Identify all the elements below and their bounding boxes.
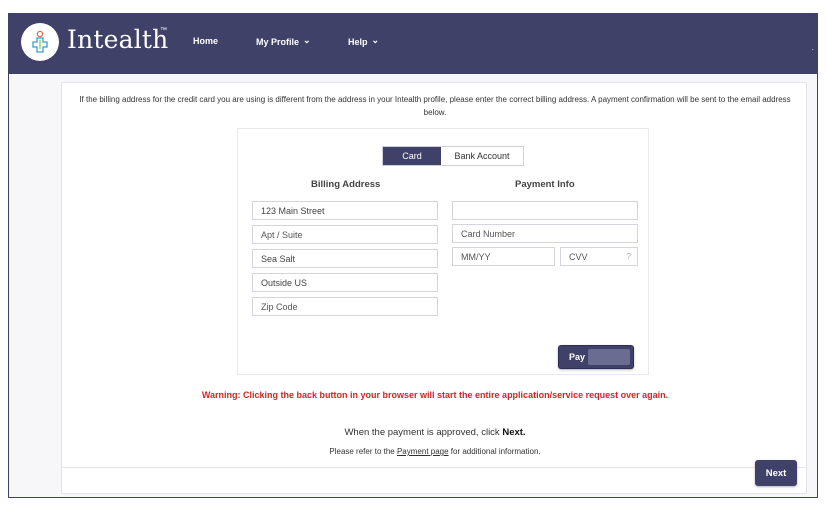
brand-name: Intealth (67, 25, 169, 54)
billing-address-title: Billing Address (311, 179, 381, 190)
nav-help[interactable]: Help ⌄ (348, 35, 380, 47)
logo[interactable] (21, 23, 59, 61)
approval-text: When the payment is approved, click (344, 427, 503, 438)
payment-page-reference: Please refer to the Payment page for add… (62, 447, 808, 456)
chevron-down-icon: ⌄ (303, 35, 311, 45)
country-value: Outside US (261, 277, 308, 288)
tab-card[interactable]: Card (383, 147, 441, 165)
approval-next-strong: Next. (502, 427, 526, 438)
redacted-amount (588, 349, 630, 365)
payment-method-tabs: Card Bank Account (382, 146, 524, 166)
cvv-input[interactable] (569, 251, 629, 262)
street-input[interactable] (261, 205, 429, 216)
approval-instruction: When the payment is approved, click Next… (62, 427, 808, 438)
refer-prefix: Please refer to the (329, 447, 397, 456)
trademark: ™ (160, 27, 167, 34)
cvv-field[interactable]: ? (560, 247, 638, 266)
zip-input[interactable] (261, 301, 429, 312)
nav-home-label: Home (193, 36, 219, 46)
pay-button-label: Pay (569, 352, 586, 362)
city-field[interactable] (252, 249, 438, 268)
back-button-warning: Warning: Clicking the back button in you… (201, 390, 669, 400)
cardholder-name-field[interactable] (452, 201, 638, 220)
cardholder-name-input[interactable] (461, 205, 629, 216)
zip-field[interactable] (252, 297, 438, 316)
expiry-input[interactable] (461, 251, 546, 262)
country-select[interactable]: Outside US (252, 273, 438, 292)
nav-my-profile-label: My Profile (256, 36, 300, 47)
footer-divider (62, 467, 806, 468)
card-number-input[interactable] (461, 228, 629, 239)
payment-panel: If the billing address for the credit ca… (61, 82, 807, 494)
payment-form: Card Bank Account Billing Address Paymen… (237, 128, 649, 375)
pay-button[interactable]: Pay (558, 345, 634, 369)
chevron-down-icon: ⌄ (371, 35, 380, 45)
billing-notice: If the billing address for the credit ca… (79, 95, 791, 117)
tab-bank-account[interactable]: Bank Account (441, 147, 523, 165)
cross-person-icon (32, 30, 48, 53)
app-window: Intealth ™ Home My Profile ⌄ Help ⌄ . If… (8, 13, 818, 498)
apt-input[interactable] (261, 229, 429, 240)
payment-info-title: Payment Info (515, 179, 575, 190)
next-button[interactable]: Next (755, 460, 797, 486)
card-number-field[interactable] (452, 224, 638, 243)
expiry-field[interactable] (452, 247, 555, 266)
nav-help-label: Help (348, 36, 368, 47)
dot-icon: . (811, 42, 814, 52)
street-field[interactable] (252, 201, 438, 220)
top-navbar: Intealth ™ Home My Profile ⌄ Help ⌄ . (9, 14, 817, 74)
payment-page-link[interactable]: Payment page (397, 447, 449, 456)
city-input[interactable] (261, 253, 429, 264)
nav-my-profile[interactable]: My Profile ⌄ (256, 35, 311, 47)
help-question-icon[interactable]: ? (627, 252, 631, 261)
apt-field[interactable] (252, 225, 438, 244)
refer-suffix: for additional information. (448, 447, 541, 456)
nav-home[interactable]: Home (193, 36, 218, 46)
